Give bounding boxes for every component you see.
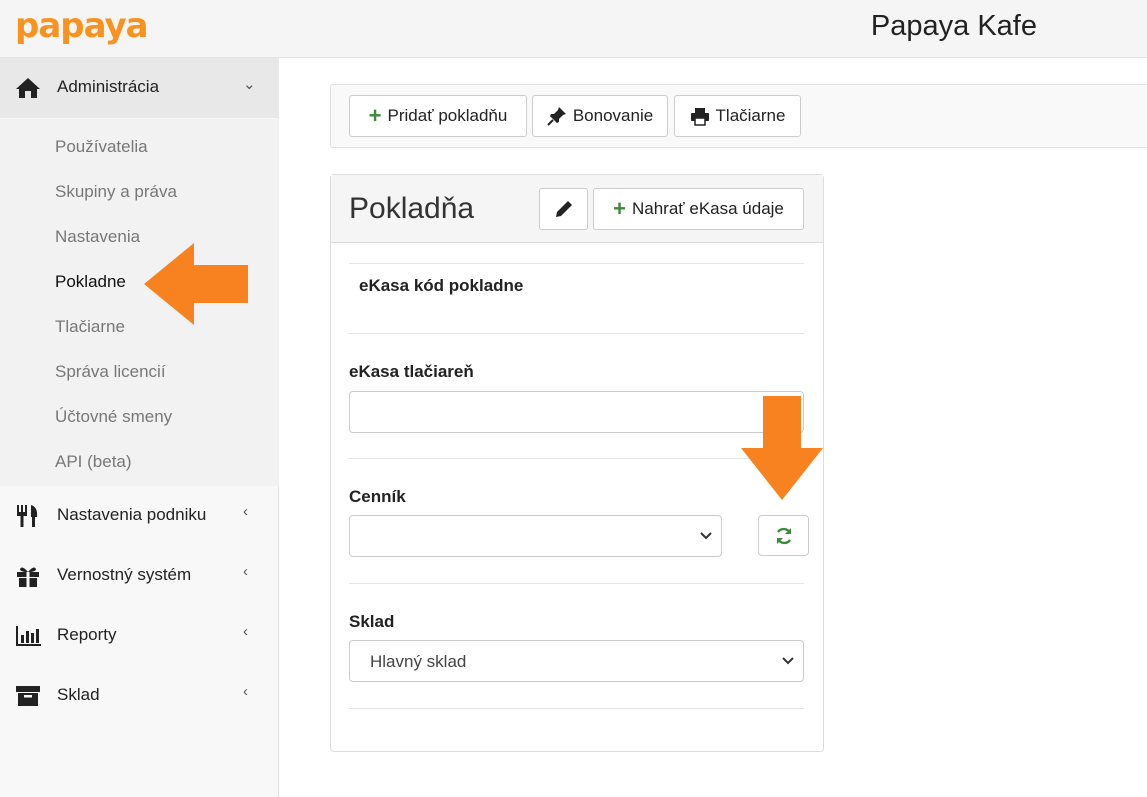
warehouse-label: Sklad	[349, 612, 395, 631]
refresh-icon	[776, 527, 791, 544]
chevron-left-icon: ‹	[243, 623, 248, 640]
add-register-label: Pridať pokladňu	[387, 106, 508, 125]
edit-button[interactable]	[539, 188, 588, 230]
divider	[349, 708, 804, 709]
chevron-down-icon	[782, 657, 794, 665]
add-register-button[interactable]: + Pridať pokladňu	[349, 95, 527, 137]
sidebar: Administrácia ⌄ Používatelia Skupiny a p…	[0, 58, 279, 797]
panel-header: Pokladňa + Nahrať eKasa údaje	[331, 175, 823, 243]
sidebar-item-label: Administrácia	[57, 77, 160, 96]
price-list-label: Cenník	[349, 487, 406, 506]
price-list-select[interactable]	[349, 515, 722, 557]
sidebar-item-uctovne-smeny[interactable]: Účtovné smeny	[55, 407, 172, 427]
utensils-icon	[17, 505, 38, 527]
sidebar-item-label: Reporty	[57, 625, 117, 644]
pushpin-icon	[547, 107, 566, 126]
home-icon	[16, 78, 40, 98]
pencil-icon	[555, 201, 572, 217]
sidebar-item-nastavenia[interactable]: Nastavenia	[55, 227, 140, 247]
sidebar-item-skupiny-a-prava[interactable]: Skupiny a práva	[55, 182, 177, 202]
tagging-label: Bonovanie	[572, 106, 654, 125]
sidebar-item-sprava-licencii[interactable]: Správa licencií	[55, 362, 166, 382]
arrow-left-annotation	[144, 243, 248, 325]
upload-ekasa-label: Nahrať eKasa údaje	[631, 199, 784, 218]
chevron-down-icon: ⌄	[243, 76, 256, 93]
sidebar-item-reporty[interactable]: Reporty ‹	[0, 606, 279, 666]
printers-label: Tlačiarne	[715, 106, 786, 125]
chevron-left-icon: ‹	[243, 503, 248, 520]
sidebar-item-nastavenia-podniku[interactable]: Nastavenia podniku ‹	[0, 486, 279, 546]
sidebar-item-pouzivatelia[interactable]: Používatelia	[55, 137, 148, 157]
upload-ekasa-button[interactable]: + Nahrať eKasa údaje	[593, 188, 804, 230]
divider	[349, 458, 804, 459]
sidebar-item-vernostny-system[interactable]: Vernostný systém ‹	[0, 546, 279, 606]
sidebar-item-tlaciarne[interactable]: Tlačiarne	[55, 317, 125, 337]
divider	[349, 333, 804, 334]
printer-icon	[690, 107, 709, 126]
bar-chart-icon	[16, 626, 41, 646]
tagging-button[interactable]: Bonovanie	[532, 95, 668, 137]
ekasa-printer-input[interactable]	[349, 391, 804, 433]
divider	[349, 263, 804, 264]
ekasa-printer-label: eKasa tlačiareň	[349, 362, 474, 381]
sidebar-item-pokladne[interactable]: Pokladne	[55, 272, 126, 292]
sidebar-item-label: Vernostný systém	[57, 565, 192, 584]
sidebar-item-administracia[interactable]: Administrácia ⌄	[0, 58, 279, 118]
warehouse-value: Hlavný sklad	[370, 652, 467, 671]
plus-icon: +	[613, 196, 626, 221]
sidebar-item-api-beta[interactable]: API (beta)	[55, 452, 132, 472]
business-name: Papaya Kafe	[870, 10, 1037, 42]
chevron-left-icon: ‹	[243, 683, 248, 700]
sidebar-item-label: Nastavenia podniku	[57, 505, 207, 524]
papaya-logo[interactable]: papaya	[15, 6, 149, 46]
refresh-price-list-button[interactable]	[758, 515, 809, 556]
ekasa-code-label: eKasa kód pokladne	[359, 276, 524, 295]
toolbar: + Pridať pokladňu Bonovanie Tlačiarne	[330, 84, 1147, 148]
sidebar-item-sklad[interactable]: Sklad ‹	[0, 666, 279, 726]
plus-icon: +	[368, 103, 382, 128]
divider	[349, 583, 804, 584]
chevron-down-icon	[700, 532, 712, 540]
chevron-left-icon: ‹	[243, 563, 248, 580]
sidebar-item-label: Sklad	[57, 685, 100, 704]
gift-icon	[17, 567, 39, 587]
archive-box-icon	[16, 686, 40, 706]
warehouse-select[interactable]: Hlavný sklad	[349, 640, 804, 682]
panel-title: Pokladňa	[349, 192, 475, 225]
arrow-down-annotation	[741, 396, 823, 500]
top-header: papaya Papaya Kafe	[0, 0, 1147, 58]
printers-button[interactable]: Tlačiarne	[674, 95, 801, 137]
